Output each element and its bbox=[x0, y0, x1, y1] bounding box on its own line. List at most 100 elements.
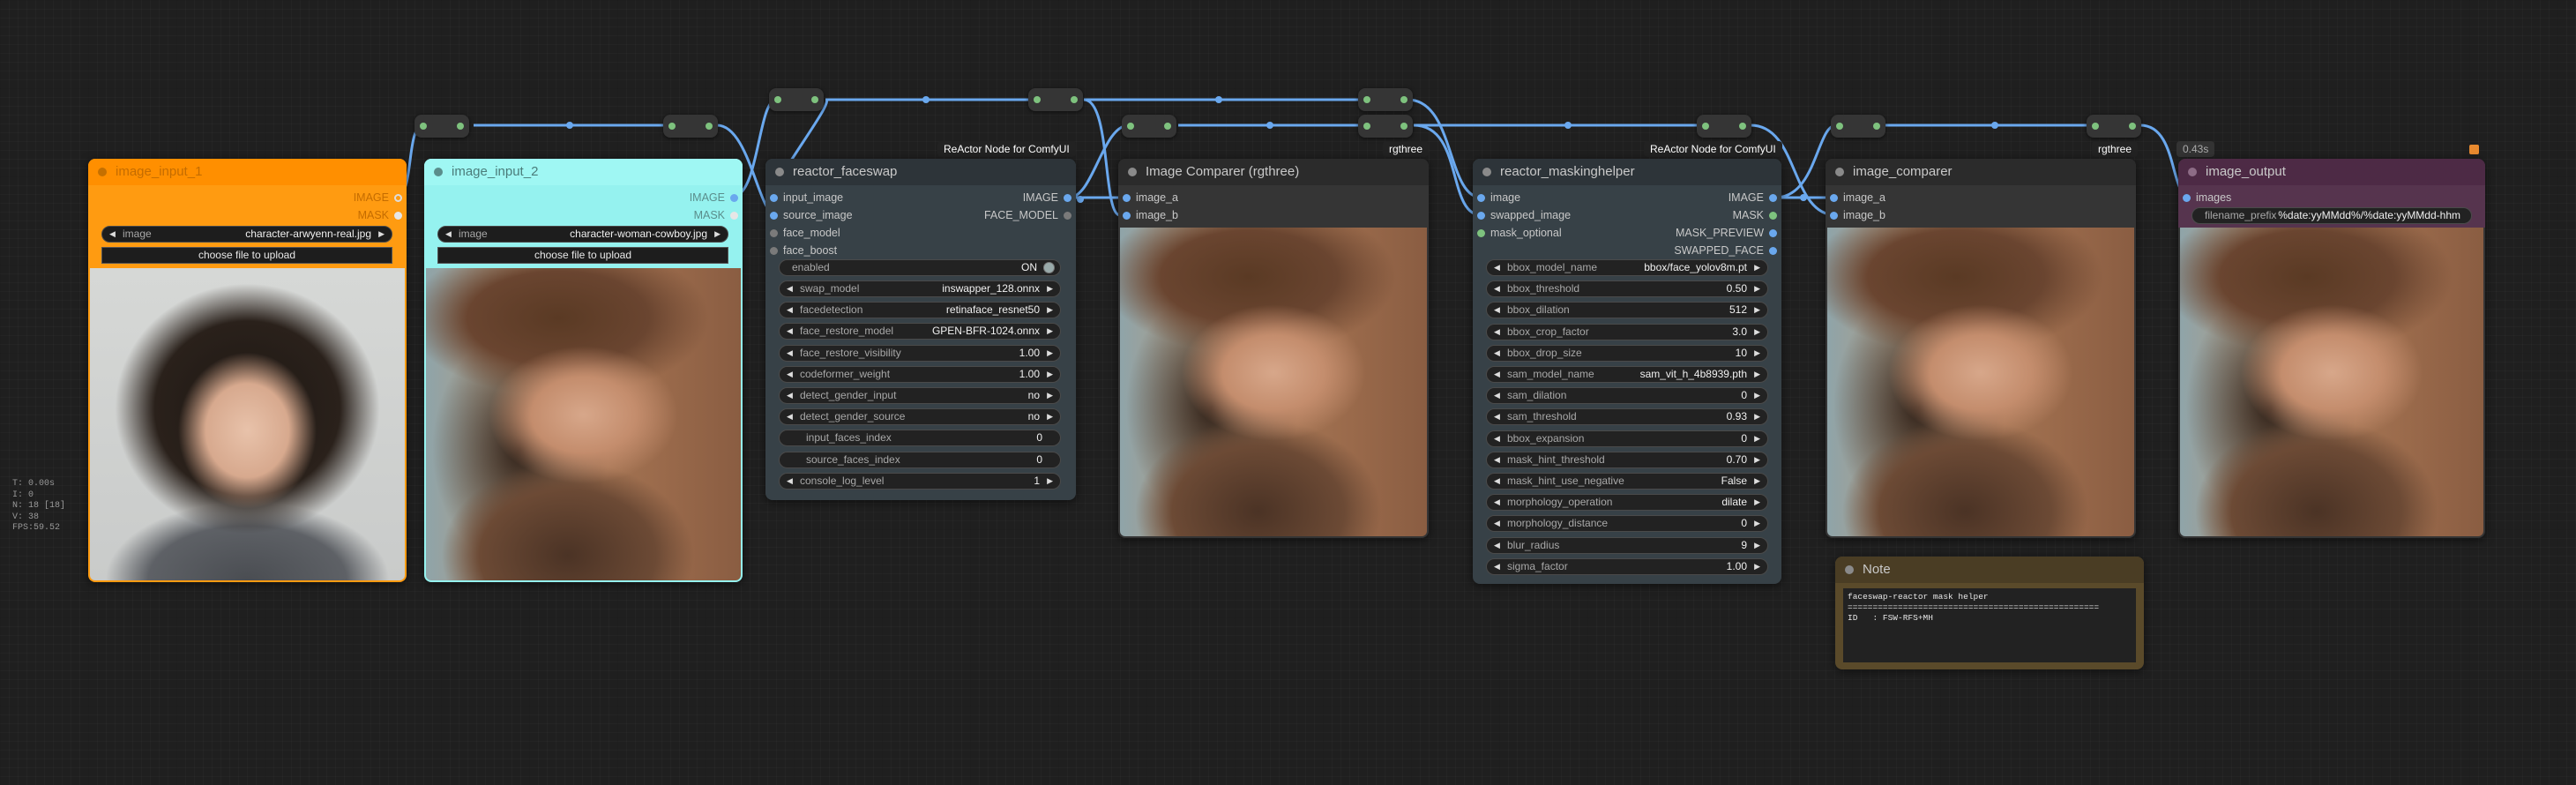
reroute-input-pin[interactable] bbox=[1127, 123, 1134, 130]
reroute-input-pin[interactable] bbox=[1034, 96, 1041, 103]
widget-morphology-operation[interactable]: ◀ morphology_operation dilate ▶ bbox=[1486, 494, 1768, 512]
left-arrow-icon[interactable]: ◀ bbox=[1494, 388, 1500, 403]
input-pin[interactable] bbox=[1477, 194, 1485, 202]
left-arrow-icon[interactable]: ◀ bbox=[1494, 538, 1500, 553]
input-pin[interactable] bbox=[770, 229, 778, 237]
enabled-toggle[interactable]: enabled ON bbox=[779, 259, 1061, 276]
right-arrow-icon[interactable]: ▶ bbox=[1754, 409, 1760, 424]
collapse-dot-icon[interactable] bbox=[1845, 565, 1854, 574]
widget-morphology-distance[interactable]: ◀ morphology_distance 0 ▶ bbox=[1486, 515, 1768, 533]
input-pin[interactable] bbox=[770, 247, 778, 255]
input-slot-source-image[interactable]: source_image bbox=[765, 209, 853, 221]
reroute-node[interactable] bbox=[663, 115, 718, 138]
widget-mask-hint-use-negative[interactable]: ◀ mask_hint_use_negative False ▶ bbox=[1486, 473, 1768, 490]
widget-sam-dilation[interactable]: ◀ sam_dilation 0 ▶ bbox=[1486, 387, 1768, 405]
right-arrow-icon[interactable]: ▶ bbox=[1047, 324, 1053, 339]
left-arrow-icon[interactable]: ◀ bbox=[1494, 495, 1500, 510]
image-combo-widget[interactable]: ◀ image character-arwyenn-real.jpg ▶ bbox=[101, 226, 392, 243]
right-arrow-icon[interactable]: ▶ bbox=[1754, 431, 1760, 446]
output-slot-mask[interactable]: MASK bbox=[1733, 209, 1781, 221]
input-pin[interactable] bbox=[770, 194, 778, 202]
right-arrow-icon[interactable]: ▶ bbox=[1754, 281, 1760, 296]
right-arrow-icon[interactable]: ▶ bbox=[1047, 346, 1053, 361]
right-arrow-icon[interactable]: ▶ bbox=[1754, 559, 1760, 574]
widget-bbox-dilation[interactable]: ◀ bbox_dilation 512 ▶ bbox=[1486, 302, 1768, 319]
reroute-input-pin[interactable] bbox=[2092, 123, 2099, 130]
widget-codeformer-weight[interactable]: ◀ codeformer_weight 1.00 ▶ bbox=[779, 365, 1061, 383]
collapse-dot-icon[interactable] bbox=[1835, 168, 1844, 176]
upload-button[interactable]: choose file to upload bbox=[437, 247, 728, 264]
collapse-dot-icon[interactable] bbox=[775, 168, 784, 176]
reroute-input-pin[interactable] bbox=[668, 123, 676, 130]
left-arrow-icon[interactable]: ◀ bbox=[1494, 281, 1500, 296]
left-arrow-icon[interactable]: ◀ bbox=[109, 227, 116, 242]
reroute-output-pin[interactable] bbox=[1739, 123, 1746, 130]
widget-facedetection[interactable]: ◀ facedetection retinaface_resnet50 ▶ bbox=[779, 302, 1061, 319]
comparer-image[interactable] bbox=[1827, 228, 2134, 536]
output-pin[interactable] bbox=[1769, 229, 1777, 237]
reroute-node[interactable] bbox=[1358, 88, 1413, 111]
right-arrow-icon[interactable]: ▶ bbox=[1047, 281, 1053, 296]
collapse-dot-icon[interactable] bbox=[98, 168, 107, 176]
right-arrow-icon[interactable]: ▶ bbox=[378, 227, 385, 242]
image-comparer-node[interactable]: image_comparer image_a image_b bbox=[1826, 159, 2136, 538]
output-pin[interactable] bbox=[730, 194, 738, 202]
node-header[interactable]: image_comparer bbox=[1826, 159, 2136, 185]
input-slot-image-b[interactable]: image_b bbox=[1118, 209, 1178, 221]
reroute-node[interactable] bbox=[1358, 115, 1413, 138]
reroute-node[interactable] bbox=[1697, 115, 1751, 138]
reroute-node[interactable] bbox=[1028, 88, 1083, 111]
output-pin[interactable] bbox=[730, 212, 738, 220]
right-arrow-icon[interactable]: ▶ bbox=[1047, 303, 1053, 318]
reroute-node[interactable] bbox=[769, 88, 824, 111]
input-pin[interactable] bbox=[1123, 194, 1131, 202]
input-slot-images[interactable]: images bbox=[2178, 191, 2231, 204]
right-arrow-icon[interactable]: ▶ bbox=[1754, 516, 1760, 531]
reroute-input-pin[interactable] bbox=[1836, 123, 1843, 130]
reroute-output-pin[interactable] bbox=[1400, 123, 1407, 130]
input-pin[interactable] bbox=[2183, 194, 2191, 202]
right-arrow-icon[interactable]: ▶ bbox=[1754, 346, 1760, 361]
widget-console-log-level[interactable]: ◀ console_log_level 1 ▶ bbox=[779, 472, 1061, 490]
right-arrow-icon[interactable]: ▶ bbox=[1047, 474, 1053, 489]
input-pin[interactable] bbox=[1477, 212, 1485, 220]
right-arrow-icon[interactable]: ▶ bbox=[1754, 303, 1760, 318]
widget-bbox-crop-factor[interactable]: ◀ bbox_crop_factor 3.0 ▶ bbox=[1486, 323, 1768, 340]
input-pin[interactable] bbox=[770, 212, 778, 220]
node-header[interactable]: Note bbox=[1835, 557, 2144, 583]
reroute-output-pin[interactable] bbox=[1873, 123, 1880, 130]
node-header[interactable]: image_input_2 bbox=[424, 159, 743, 185]
reroute-node[interactable] bbox=[2087, 115, 2141, 138]
right-arrow-icon[interactable]: ▶ bbox=[1754, 388, 1760, 403]
widget-detect-gender-input[interactable]: ◀ detect_gender_input no ▶ bbox=[779, 387, 1061, 404]
left-arrow-icon[interactable]: ◀ bbox=[787, 346, 793, 361]
output-pin[interactable] bbox=[1064, 194, 1071, 202]
image-comparer-rgthree-node[interactable]: Image Comparer (rgthree) image_a image_b bbox=[1118, 159, 1429, 538]
output-slot-face-model[interactable]: FACE_MODEL bbox=[984, 209, 1076, 221]
left-arrow-icon[interactable]: ◀ bbox=[1494, 516, 1500, 531]
node-header[interactable]: image_output bbox=[2178, 159, 2485, 185]
right-arrow-icon[interactable]: ▶ bbox=[1754, 474, 1760, 489]
node-header[interactable]: image_input_1 bbox=[88, 159, 407, 185]
reroute-input-pin[interactable] bbox=[1363, 123, 1370, 130]
widget-bbox-expansion[interactable]: ◀ bbox_expansion 0 ▶ bbox=[1486, 430, 1768, 447]
left-arrow-icon[interactable]: ◀ bbox=[1494, 325, 1500, 340]
reroute-input-pin[interactable] bbox=[420, 123, 427, 130]
right-arrow-icon[interactable]: ▶ bbox=[1754, 452, 1760, 467]
input-slot-image-a[interactable]: image_a bbox=[1826, 191, 1885, 204]
right-arrow-icon[interactable]: ▶ bbox=[1754, 260, 1760, 275]
output-slot-image[interactable]: IMAGE bbox=[1023, 191, 1076, 204]
collapse-dot-icon[interactable] bbox=[434, 168, 443, 176]
widget-input-faces-index[interactable]: input_faces_index 0 bbox=[779, 430, 1061, 447]
input-slot-input-image[interactable]: input_image bbox=[765, 191, 843, 204]
left-arrow-icon[interactable]: ◀ bbox=[1494, 409, 1500, 424]
widget-sigma-factor[interactable]: ◀ sigma_factor 1.00 ▶ bbox=[1486, 557, 1768, 575]
output-mask-slot[interactable]: MASK bbox=[358, 209, 407, 221]
widget-mask-hint-threshold[interactable]: ◀ mask_hint_threshold 0.70 ▶ bbox=[1486, 451, 1768, 468]
left-arrow-icon[interactable]: ◀ bbox=[787, 474, 793, 489]
left-arrow-icon[interactable]: ◀ bbox=[1494, 474, 1500, 489]
right-arrow-icon[interactable]: ▶ bbox=[1754, 367, 1760, 382]
reroute-output-pin[interactable] bbox=[2129, 123, 2136, 130]
input-slot-mask-optional[interactable]: mask_optional bbox=[1473, 227, 1562, 239]
reroute-node[interactable] bbox=[414, 115, 469, 138]
